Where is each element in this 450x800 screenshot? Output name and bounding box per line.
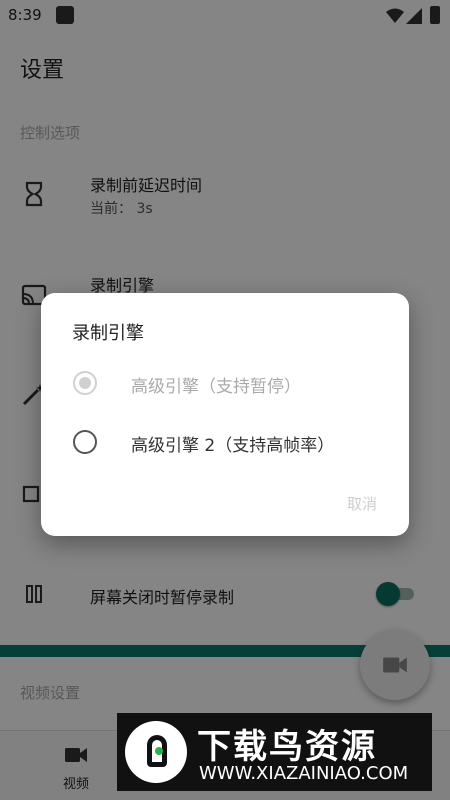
watermark-banner: 下载鸟资源 WWW.XIAZAINIAO.COM <box>117 713 432 791</box>
dialog-title: 录制引擎 <box>72 323 144 344</box>
engine-dialog: 录制引擎 高级引擎（支持暂停） 高级引擎 2（支持高帧率） 取消 <box>41 293 409 536</box>
radio-selected-icon <box>73 371 97 395</box>
engine-option-advanced-2-label: 高级引擎 2（支持高帧率） <box>131 436 335 456</box>
engine-option-advanced-2[interactable]: 高级引擎 2（支持高帧率） <box>73 424 393 460</box>
watermark-brand: 下载鸟资源 <box>197 727 377 767</box>
watermark-logo-icon <box>125 721 187 783</box>
engine-option-advanced-label: 高级引擎（支持暂停） <box>131 377 301 397</box>
radio-unselected-icon <box>73 430 97 454</box>
engine-option-advanced[interactable]: 高级引擎（支持暂停） <box>73 365 393 401</box>
cancel-button[interactable]: 取消 <box>347 493 377 514</box>
watermark-url: WWW.XIAZAINIAO.COM <box>199 763 409 784</box>
